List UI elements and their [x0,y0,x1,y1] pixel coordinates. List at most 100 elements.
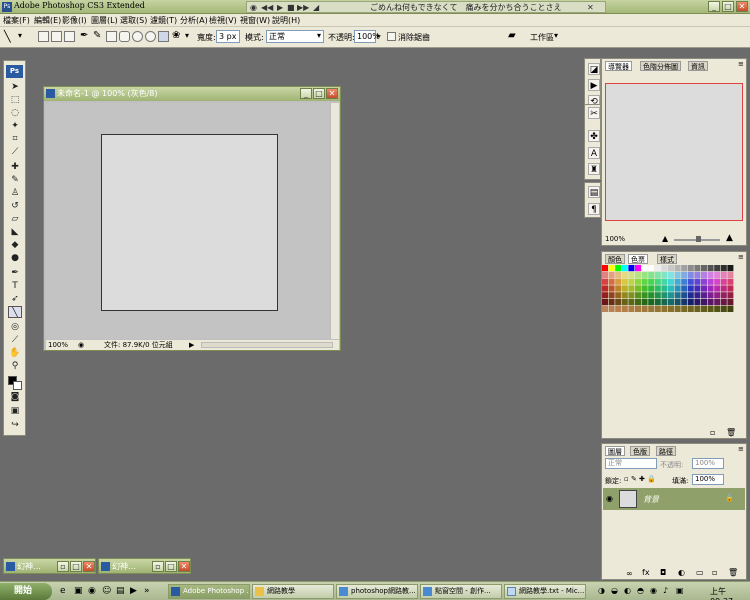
link-layers-icon[interactable]: ∞ [626,569,633,578]
swatch[interactable] [621,265,628,272]
swatch[interactable] [668,285,674,292]
swatch[interactable] [648,299,655,306]
swatch[interactable] [674,278,681,285]
quick-mask-icon[interactable]: ◙ [8,391,22,403]
layer-comps-dock-icon[interactable]: ▤ [588,186,600,198]
tray-icon-1[interactable]: ◑ [598,586,605,595]
clone-source-dock-icon[interactable]: ♜ [588,163,600,175]
swatch[interactable] [648,278,655,285]
swatch[interactable] [648,305,655,312]
eraser-tool-icon[interactable]: ▱ [8,213,22,225]
layer-name[interactable]: 背景 [643,494,659,505]
minimize-button[interactable]: _ [708,1,720,12]
taskbar-item-notepad[interactable]: 網路教學.txt - Mic... [504,584,586,599]
quicklaunch-more-icon[interactable]: » [144,586,150,596]
menu-filter[interactable]: 濾鏡(T) [150,15,177,26]
stop-icon[interactable]: ■ [287,2,295,13]
paths-button[interactable] [51,31,62,42]
minimized-maximize-button[interactable]: □ [70,561,82,572]
tab-swatches[interactable]: 色票 [628,254,648,264]
taskbar-item-photoshop[interactable]: Adobe Photoshop ... [168,584,250,599]
swatch[interactable] [602,292,608,299]
palette-well-icon[interactable]: ▰ [508,30,516,41]
swatch[interactable] [668,271,674,278]
opacity-input[interactable]: 100% [354,30,380,43]
blend-mode-select[interactable]: 正常 [605,458,657,469]
lock-icons[interactable]: ▫ ✎ ✚ 🔒 [624,475,656,483]
swatch[interactable] [687,299,694,306]
swatch[interactable] [608,265,615,272]
history-brush-icon[interactable]: ↺ [8,200,22,212]
swatch[interactable] [681,305,688,312]
tab-histogram[interactable]: 色階分佈圖 [640,61,681,71]
minimized-close-button[interactable]: ✕ [178,561,190,572]
swatch[interactable] [687,285,694,292]
prev-icon[interactable]: ◀◀ [261,2,273,13]
swatch[interactable] [661,292,668,299]
swatch[interactable] [635,299,641,306]
swatch[interactable] [714,271,721,278]
tab-channels[interactable]: 色版 [630,446,650,456]
swatch[interactable] [681,285,688,292]
swatch[interactable] [668,299,674,306]
lasso-tool-icon[interactable]: ◌ [8,107,22,119]
swatch[interactable] [694,278,701,285]
swatch[interactable] [727,271,734,278]
swatch[interactable] [720,292,727,299]
line-tool-icon[interactable]: ╲ [8,306,22,318]
swatch[interactable] [615,278,622,285]
swatch[interactable] [615,305,622,312]
swatch[interactable] [602,278,608,285]
swatch[interactable] [641,278,648,285]
status-info-icon[interactable]: ◉ [78,340,84,350]
magic-wand-icon[interactable]: ✦ [8,120,22,132]
maximize-button[interactable]: □ [722,1,734,12]
swatch[interactable] [681,299,688,306]
swatch[interactable] [661,278,668,285]
paint-bucket-icon[interactable]: ◣ [8,226,22,238]
swatch[interactable] [714,278,721,285]
menu-window[interactable]: 視窗(W) [240,15,270,26]
swatch[interactable] [628,305,635,312]
3d-rotate-icon[interactable]: ◎ [8,321,22,333]
swatch[interactable] [654,278,661,285]
taskbar-item-browser-2[interactable]: 點窗空間 - 創作... [420,584,502,599]
tab-styles[interactable]: 樣式 [657,254,677,264]
minimized-close-button[interactable]: ✕ [83,561,95,572]
swatch[interactable] [727,292,734,299]
quicklaunch-player-icon[interactable]: ▶ [130,586,137,596]
document-zoom-value[interactable]: 100% [48,340,68,350]
swatch[interactable] [602,299,608,306]
swatch[interactable] [661,265,668,272]
tray-icon-4[interactable]: ◓ [637,586,644,595]
quicklaunch-ie-icon[interactable]: e [60,586,66,596]
swatch[interactable] [694,305,701,312]
opacity-dropdown-icon[interactable]: ▸ [377,31,381,40]
next-icon[interactable]: ▶▶ [297,2,309,13]
swatch[interactable] [707,299,714,306]
panel-menu-icon[interactable]: ≡ [738,60,744,68]
swatch[interactable] [720,278,727,285]
workspace-dropdown-icon[interactable]: ▾ [554,31,558,40]
swatch[interactable] [714,299,721,306]
swatch[interactable] [714,265,721,272]
tab-info[interactable]: 資訊 [688,61,708,71]
delete-layer-icon[interactable]: 🗑 [728,568,738,577]
new-layer-icon[interactable]: ▫ [712,568,717,577]
swatch[interactable] [701,278,707,285]
swatch[interactable] [694,285,701,292]
swatch[interactable] [621,285,628,292]
swatch[interactable] [707,292,714,299]
document-minimize-button[interactable]: _ [300,88,312,99]
swatch[interactable] [621,292,628,299]
swatch[interactable] [628,271,635,278]
swatch[interactable] [701,305,707,312]
swatch[interactable] [674,285,681,292]
swatch[interactable] [602,265,608,272]
swatch[interactable] [701,265,707,272]
quicklaunch-folder-icon[interactable]: ▤ [116,586,125,596]
swatch[interactable] [621,305,628,312]
swatch[interactable] [654,305,661,312]
swatch[interactable] [635,292,641,299]
layers-panel-menu-icon[interactable]: ≡ [738,445,744,453]
